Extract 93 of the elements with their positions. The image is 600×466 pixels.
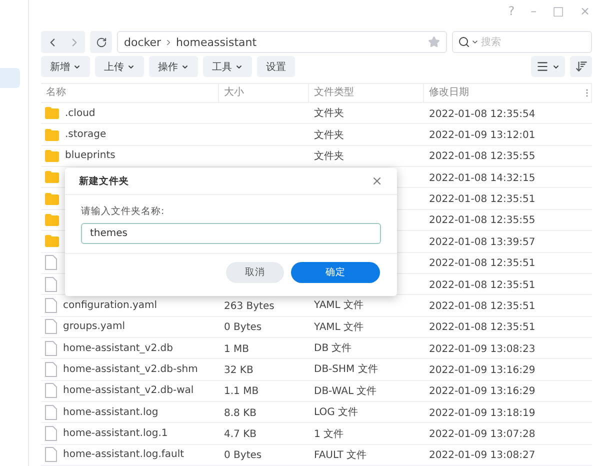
date-cell-text: 2022-01-09 13:18:19 — [428, 408, 536, 419]
type-cell-text: 文件夹 — [313, 108, 344, 120]
date-cell-text: 2022-01-08 12:35:51 — [428, 322, 536, 334]
type-cell-text: YAML 文件 — [313, 322, 364, 333]
column-header[interactable]: 修改日期 — [424, 84, 592, 102]
column-header[interactable]: 文件类型 — [309, 84, 424, 102]
folder-icon — [45, 107, 59, 120]
date-cell-text: 2022-01-08 12:35:51 — [428, 258, 536, 270]
size-cell-text: 263 Bytes — [223, 300, 274, 312]
file-name[interactable]: home-assistant.log — [63, 406, 158, 418]
toolbar-button[interactable]: 新增 — [41, 56, 90, 77]
type-cell-text: LOG 文件 — [313, 407, 358, 418]
file-icon — [45, 340, 57, 356]
type-cell-text: DB-WAL 文件 — [313, 386, 377, 397]
file-name[interactable]: blueprints — [65, 150, 116, 162]
folder-icon — [45, 150, 59, 162]
date-cell-text: 2022-01-09 13:08:27 — [428, 450, 536, 462]
sort-button[interactable] — [570, 56, 592, 77]
caret-icon[interactable] — [471, 38, 479, 46]
size-cell-text: 1 MB — [223, 344, 250, 355]
file-name[interactable]: configuration.yaml — [63, 300, 158, 311]
size-cell-text: 8.8 KB — [223, 408, 256, 419]
type-cell-text: 文件夹 — [313, 150, 344, 162]
size-cell-text: 32 KB — [223, 364, 254, 376]
field-label: 请输入文件夹名称: — [81, 205, 166, 218]
dialog-title: 新建文件夹 — [79, 174, 129, 188]
file-icon — [45, 298, 57, 313]
size-cell-text: 0 Bytes — [223, 322, 262, 334]
date-cell-text: 2022-01-08 12:35:55 — [428, 215, 536, 226]
search-field[interactable]: 搜索 — [452, 31, 592, 53]
folder-icon — [45, 171, 59, 184]
folder-icon — [45, 128, 59, 141]
type-cell-text: YAML 文件 — [313, 300, 364, 312]
search-icon[interactable] — [458, 36, 470, 48]
size-cell-text: 0 Bytes — [223, 450, 262, 462]
column-header[interactable]: 大小 — [219, 84, 309, 102]
folder-icon — [45, 235, 59, 248]
type-cell-text: 文件夹 — [313, 130, 344, 141]
file-icon — [45, 404, 57, 420]
date-cell-text: 2022-01-09 13:16:29 — [428, 386, 536, 398]
sort-icon — [574, 60, 588, 73]
file-name[interactable]: home-assistant.log.fault — [63, 449, 184, 460]
date-cell-text: 2022-01-08 12:35:54 — [428, 108, 536, 120]
date-cell-text: 2022-01-08 14:32:15 — [428, 172, 536, 184]
file-icon — [45, 383, 57, 398]
size-cell-text: 1.1 MB — [223, 386, 259, 398]
toolbar-button[interactable]: 操作 — [149, 56, 198, 77]
toolbar-button[interactable]: 上传 — [95, 56, 144, 77]
file-name[interactable]: home-assistant_v2.db — [63, 342, 173, 354]
date-cell-text: 2022-01-09 13:07:28 — [428, 429, 536, 440]
star-icon[interactable] — [428, 36, 440, 48]
type-cell-text: FAULT 文件 — [313, 450, 366, 461]
type-cell-text: DB-SHM 文件 — [313, 364, 378, 376]
type-cell-text: 1 文件 — [313, 428, 344, 440]
list-icon — [536, 60, 549, 73]
date-cell-text: 2022-01-08 12:35:55 — [428, 151, 536, 162]
refresh-icon — [96, 36, 106, 48]
folder-icon — [45, 214, 59, 226]
caret-icon — [552, 62, 560, 70]
size-cell-text: 4.7 KB — [223, 429, 256, 440]
file-name[interactable]: groups.yaml — [63, 321, 125, 332]
close-icon[interactable] — [371, 175, 383, 187]
cancel-button[interactable]: 取消 — [226, 262, 284, 283]
date-cell-text: 2022-01-08 13:39:57 — [428, 236, 536, 248]
confirm-button[interactable]: 确定 — [291, 262, 380, 283]
refresh-button[interactable] — [90, 31, 112, 53]
date-cell-text: 2022-01-09 13:08:23 — [428, 344, 536, 355]
date-cell-text: 2022-01-08 12:35:51 — [428, 194, 536, 206]
folder-icon — [45, 192, 59, 205]
view-button[interactable] — [531, 56, 565, 77]
toolbar-button[interactable]: 设置 — [257, 56, 295, 77]
path-segment[interactable]: homeassistant — [176, 36, 257, 48]
file-name[interactable]: .cloud — [65, 108, 96, 119]
path-segment[interactable]: docker — [124, 36, 162, 48]
file-icon — [45, 426, 57, 442]
date-cell-text: 2022-01-09 13:12:01 — [428, 130, 536, 142]
file-icon — [45, 255, 57, 270]
column-header[interactable]: 名称 — [41, 84, 219, 102]
file-icon — [45, 319, 57, 334]
file-icon — [45, 276, 57, 292]
date-cell-text: 2022-01-08 12:35:51 — [428, 300, 536, 312]
file-icon — [45, 447, 57, 462]
path-field[interactable]: docker homeassistant — [117, 31, 447, 53]
file-name[interactable]: .storage — [65, 129, 106, 140]
toolbar-button[interactable]: 工具 — [203, 56, 252, 77]
type-cell-text: DB 文件 — [313, 343, 352, 354]
date-cell-text: 2022-01-09 13:16:29 — [428, 364, 536, 376]
file-icon — [45, 362, 57, 377]
file-name[interactable]: home-assistant_v2.db-shm — [63, 364, 198, 375]
file-name[interactable]: home-assistant_v2.db-wal — [63, 385, 194, 396]
file-name[interactable]: home-assistant.log.1 — [63, 428, 168, 440]
folder-name-field[interactable]: themes — [81, 223, 381, 244]
date-cell-text: 2022-01-08 12:35:51 — [428, 280, 536, 291]
